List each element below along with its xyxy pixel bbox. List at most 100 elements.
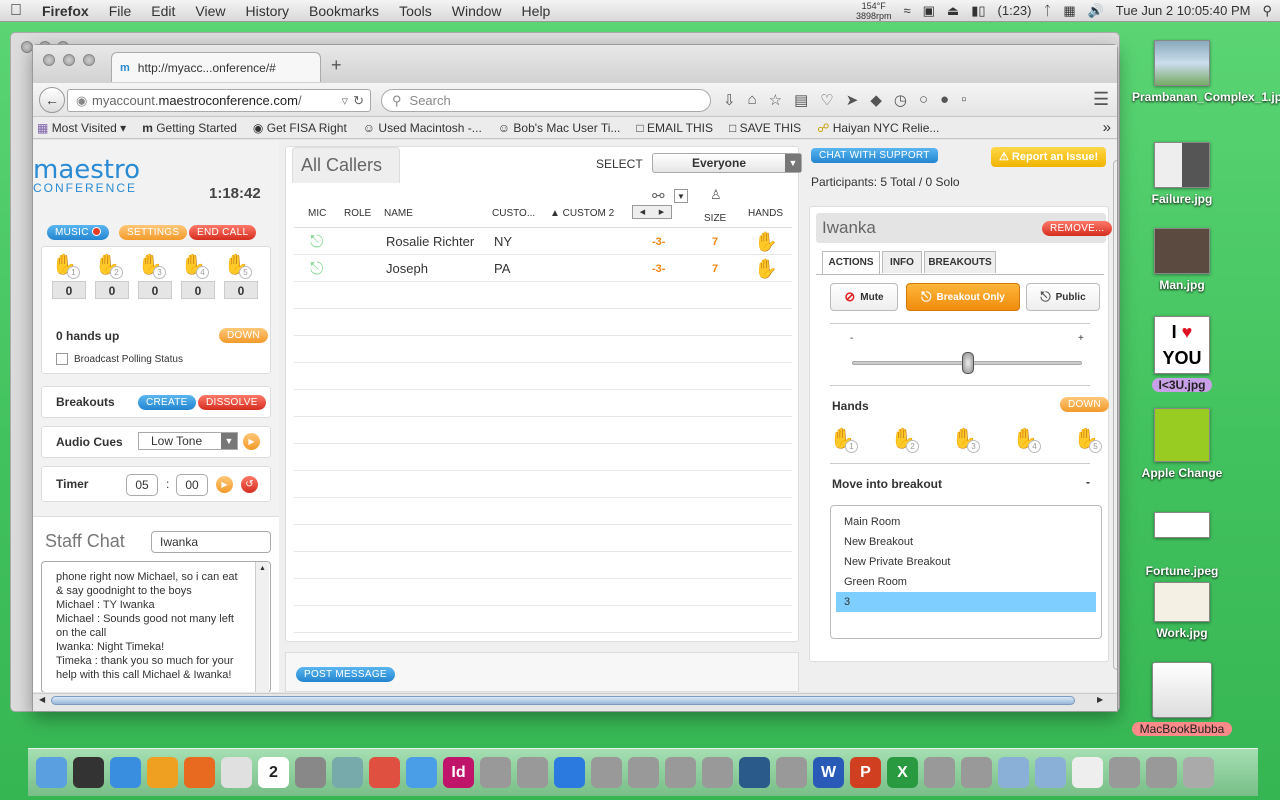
minimize-window-icon[interactable]: [63, 54, 75, 66]
mail-icon[interactable]: [406, 757, 437, 788]
raised-hand-icon[interactable]: ✋ 2: [95, 251, 123, 279]
desktop-icon-apple-change[interactable]: Apple Change: [1122, 408, 1242, 480]
raised-hand-icon[interactable]: ✋ 1: [830, 425, 858, 453]
raised-hand-icon[interactable]: ✋ 5: [224, 251, 252, 279]
menu-app-firefox[interactable]: Firefox: [32, 3, 99, 19]
timemachine-icon[interactable]: [739, 757, 770, 788]
menu-edit[interactable]: Edit: [141, 3, 185, 19]
bookmark-getting-started[interactable]: m Getting Started: [142, 121, 237, 135]
public-button[interactable]: ⎋ Public: [1026, 283, 1100, 311]
bookmark-haiyan[interactable]: ☍ Haiyan NYC Relie...: [817, 121, 939, 135]
browser-tab[interactable]: m http://myacc...onference/#: [111, 52, 321, 82]
bluetooth-icon[interactable]: ᛏ: [1044, 3, 1052, 18]
app-icon[interactable]: [924, 757, 955, 788]
menu-window[interactable]: Window: [442, 3, 512, 19]
audio-cue-select[interactable]: Low Tone ▼: [138, 432, 238, 450]
col-role[interactable]: ROLE: [344, 208, 371, 219]
raised-hand-icon[interactable]: ✋ 4: [181, 251, 209, 279]
all-callers-tab[interactable]: All Callers: [292, 147, 400, 183]
col-custom2[interactable]: ▲ CUSTOM 2: [550, 208, 614, 219]
folder-icon[interactable]: [998, 757, 1029, 788]
clock[interactable]: Tue Jun 2 10:05:40 PM: [1116, 3, 1251, 18]
desktop-icon-failure[interactable]: Failure.jpg: [1122, 142, 1242, 206]
folder-icon[interactable]: [1035, 757, 1066, 788]
breakout-list-item[interactable]: 3: [836, 592, 1096, 612]
app-icon[interactable]: [517, 757, 548, 788]
breakout-list-item[interactable]: New Private Breakout: [836, 552, 1096, 572]
dissolve-breakout-button[interactable]: DISSOLVE: [198, 395, 266, 410]
spotlight-search-icon[interactable]: ⚲: [1262, 3, 1272, 19]
utility-icon[interactable]: [295, 757, 326, 788]
caller-filter-select[interactable]: Everyone ▼: [652, 153, 802, 173]
app-icon[interactable]: [776, 757, 807, 788]
back-button[interactable]: ←: [39, 87, 65, 113]
raised-hand-icon[interactable]: ✋: [754, 257, 778, 281]
new-tab-button[interactable]: +: [331, 55, 342, 76]
scroll-right-icon[interactable]: ▶: [1097, 695, 1103, 704]
bookmarks-list-icon[interactable]: ▤: [794, 91, 808, 109]
slider-handle-icon[interactable]: [962, 352, 974, 374]
bookmark-fisa[interactable]: ◉ Get FISA Right: [253, 121, 347, 135]
timer-minutes-input[interactable]: 05: [126, 474, 158, 496]
staff-chat-name-input[interactable]: Iwanka: [151, 531, 271, 553]
home-icon[interactable]: [369, 757, 400, 788]
temperature-readout[interactable]: 154°F 3898rpm: [856, 1, 892, 21]
itunes-icon[interactable]: [147, 757, 178, 788]
scroll-up-icon[interactable]: ▲: [256, 565, 269, 572]
breakout-list-item[interactable]: Main Room: [836, 512, 1096, 532]
raised-hand-icon[interactable]: ✋: [754, 230, 778, 254]
finder-icon[interactable]: [36, 757, 67, 788]
volume-slider[interactable]: [852, 352, 1082, 374]
battery-icon[interactable]: ▮▯: [971, 3, 985, 19]
volume-icon[interactable]: 🔊: [1088, 3, 1104, 19]
app-icon[interactable]: [480, 757, 511, 788]
post-message-button[interactable]: POST MESSAGE: [296, 667, 395, 682]
raised-hand-icon[interactable]: ✋ 3: [952, 425, 980, 453]
music-icon[interactable]: [554, 757, 585, 788]
report-issue-button[interactable]: ⚠ Report an Issue!: [991, 147, 1107, 167]
bookmarks-overflow-button[interactable]: »: [1103, 119, 1117, 136]
play-cue-icon[interactable]: ▶: [243, 433, 260, 450]
preview-icon[interactable]: [332, 757, 363, 788]
search-input[interactable]: ⚲ Search: [381, 89, 711, 112]
column-scroller[interactable]: ◀ ▶: [632, 205, 672, 219]
safari-icon[interactable]: [110, 757, 141, 788]
col-size[interactable]: SIZE: [704, 213, 726, 224]
col-custom1[interactable]: CUSTO...: [492, 208, 535, 219]
dashboard-icon[interactable]: [73, 757, 104, 788]
col-name[interactable]: NAME: [384, 208, 413, 219]
breakout-list-item[interactable]: New Breakout: [836, 532, 1096, 552]
tab-info[interactable]: INFO: [882, 251, 922, 273]
desktop-icon-man[interactable]: Man.jpg: [1122, 228, 1242, 292]
eject-icon[interactable]: ⏏: [947, 3, 959, 19]
right-hands-down-button[interactable]: DOWN: [1060, 397, 1109, 412]
trash-icon[interactable]: [1183, 757, 1214, 788]
bookmark-save-this[interactable]: □ SAVE THIS: [729, 121, 801, 135]
reload-icon[interactable]: ↻: [353, 93, 364, 109]
create-breakout-button[interactable]: CREATE: [138, 395, 196, 410]
scroll-right-icon[interactable]: ▶: [652, 206, 671, 218]
chat-icon[interactable]: ○: [919, 91, 928, 109]
tab-actions[interactable]: ACTIONS: [822, 251, 880, 274]
raised-hand-icon[interactable]: ✋ 1: [52, 251, 80, 279]
staff-chat-log[interactable]: phone right now Michael, so i can eat & …: [41, 561, 271, 692]
col-mic[interactable]: MIC: [308, 208, 326, 219]
mic-icon[interactable]: ⎋: [310, 259, 323, 279]
extension-icon[interactable]: ◆: [870, 91, 882, 109]
home-icon[interactable]: ⌂: [748, 91, 757, 109]
calendar-icon[interactable]: 2: [258, 757, 289, 788]
mute-button[interactable]: ⊘ Mute: [830, 283, 898, 311]
excel-icon[interactable]: X: [887, 757, 918, 788]
menu-help[interactable]: Help: [512, 3, 561, 19]
apple-icon[interactable]: : [0, 2, 32, 20]
app-icon[interactable]: [961, 757, 992, 788]
breakout-only-button[interactable]: ⎋ Breakout Only: [906, 283, 1020, 311]
scroll-left-icon[interactable]: ◀: [633, 206, 652, 218]
desktop-icon-work[interactable]: Work.jpg: [1122, 582, 1242, 640]
scroll-thumb[interactable]: [51, 696, 1075, 705]
group-icon[interactable]: ⚯: [652, 187, 665, 205]
end-call-button[interactable]: END CALL: [189, 225, 257, 240]
raised-hand-icon[interactable]: ✋ 4: [1013, 425, 1041, 453]
raised-hand-icon[interactable]: ✋ 5: [1074, 425, 1102, 453]
url-bar[interactable]: ◉ myaccount. maestroconference.com / ▿ ↻: [67, 89, 371, 112]
